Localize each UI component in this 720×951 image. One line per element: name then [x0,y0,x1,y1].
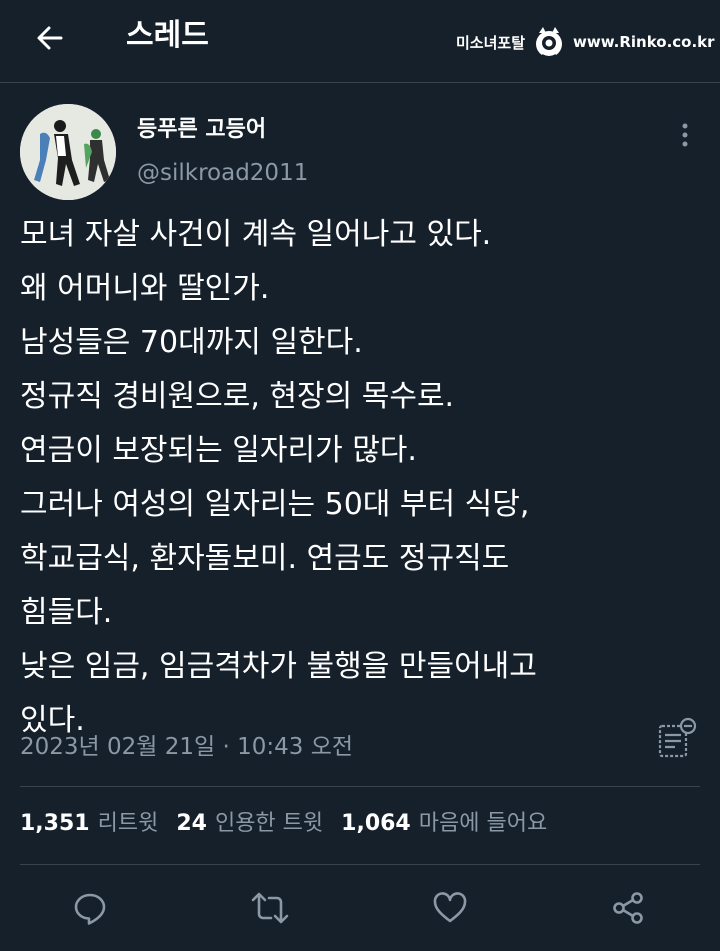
tweet-text-line: 연금이 보장되는 일자리가 많다. [20,433,417,468]
retweets-label: 리트윗 [97,811,159,836]
more-options-button[interactable] [670,120,700,150]
tweet-author: 등푸른 고등어 @silkroad2011 [20,102,700,200]
share-icon [613,892,643,924]
tweet-timestamp[interactable]: 2023년 02월 21일 · 10:43 오전 [20,730,353,764]
page-title: 스레드 [126,18,209,53]
tweet-text-line: 모녀 자살 사건이 계속 일어나고 있다. [20,217,492,252]
translate-icon [658,717,697,758]
author-handle[interactable]: @silkroad2011 [137,158,308,188]
retweets-count: 1,351 [20,811,90,836]
tweet-text-line: 왜 어머니와 딸인가. [20,271,270,306]
avatar[interactable] [20,104,116,200]
tweet-text-line: 정규직 경비원으로, 현장의 목수로. [20,379,455,414]
quotes-stat[interactable]: 24 인용한 트윗 [176,806,323,842]
quotes-label: 인용한 트윗 [214,811,324,836]
like-icon [433,892,467,923]
tweet-text-line: 힘들다. [20,595,113,630]
likes-label: 마음에 들어요 [418,811,548,836]
watermark-left-text: 미소녀포탈 [456,33,526,52]
tweet-actions [0,880,720,940]
retweet-icon [251,892,289,924]
arrow-left-icon [37,26,63,50]
top-bar: 스레드 미소녀포탈 www.Rinko.co.kr [0,0,720,83]
tweet-stats: 1,351 리트윗 24 인용한 트윗 1,064 마음에 들어요 [20,806,565,842]
tweet-text: 모녀 자살 사건이 계속 일어나고 있다. 왜 어머니와 딸인가. 남성들은 7… [20,208,710,748]
more-vertical-icon [682,123,688,147]
share-button[interactable] [608,888,648,928]
retweet-button[interactable] [250,888,290,928]
tweet-text-line: 그러나 여성의 일자리는 50대 부터 식당, [20,487,530,522]
watermark-logo-icon [536,27,563,58]
quotes-count: 24 [176,811,207,836]
tweet-text-line: 학교급식, 환자돌보미. 연금도 정규직도 [20,541,510,576]
watermark-right-text: www.Rinko.co.kr [573,33,715,51]
likes-stat[interactable]: 1,064 마음에 들어요 [341,806,547,842]
tweet-text-line: 낮은 임금, 임금격차가 불행을 만들어내고 [20,649,537,684]
reply-button[interactable] [70,888,110,928]
reply-icon [74,893,106,925]
retweets-stat[interactable]: 1,351 리트윗 [20,806,158,842]
author-name[interactable]: 등푸른 고등어 [137,116,266,144]
avatar-image [20,104,116,200]
divider [20,786,700,787]
back-button[interactable] [30,18,70,58]
translate-button[interactable] [654,716,700,762]
watermark: 미소녀포탈 www.Rinko.co.kr [456,24,715,60]
tweet-text-line: 남성들은 70대까지 일한다. [20,325,363,360]
like-button[interactable] [430,888,470,928]
likes-count: 1,064 [341,811,411,836]
divider [20,864,700,865]
